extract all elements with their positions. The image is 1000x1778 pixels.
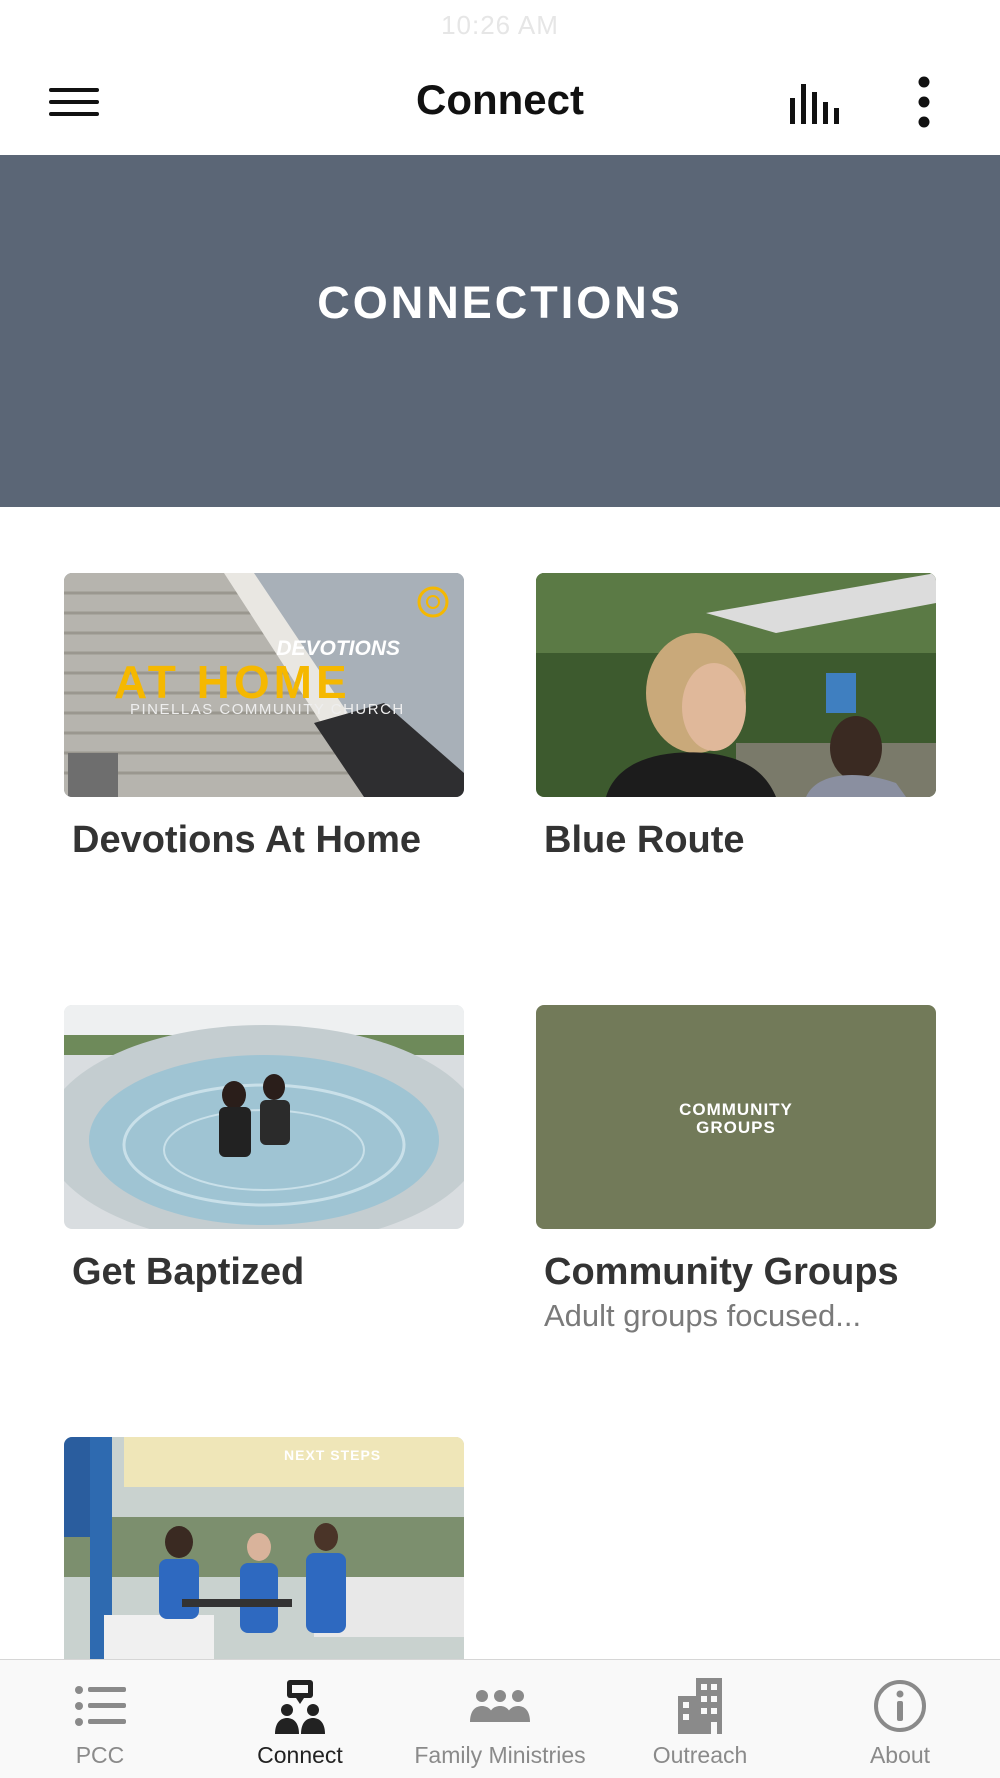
tab-family-ministries[interactable]: Family Ministries <box>400 1660 600 1778</box>
card-image: DEVOTIONS AT HOME PINELLAS COMMUNITY CHU… <box>64 573 464 797</box>
tab-label: PCC <box>75 1742 125 1768</box>
card-community-groups[interactable]: COMMUNITY GROUPS Community Groups Adult … <box>536 1005 936 1334</box>
tab-label: Family Ministries <box>414 1742 586 1768</box>
bottom-tab-bar: PCC Connect Family Ministries Outreach A… <box>0 1659 1000 1778</box>
card-image: NEXT STEPS <box>64 1437 464 1659</box>
tab-outreach[interactable]: Outreach <box>600 1660 800 1778</box>
card-title: Community Groups <box>544 1251 899 1293</box>
status-time: 10:26 AM <box>441 10 559 40</box>
more-vertical-icon[interactable] <box>906 74 942 130</box>
card-blue-route[interactable]: Blue Route <box>536 573 936 862</box>
tab-label: Outreach <box>652 1742 748 1768</box>
groups-image-label: GROUPS <box>696 1118 776 1137</box>
card-subtitle: Adult groups focused... <box>544 1298 862 1333</box>
page-title: Connect <box>416 76 584 123</box>
card-devotions-at-home[interactable]: DEVOTIONS AT HOME PINELLAS COMMUNITY CHU… <box>64 573 464 862</box>
audio-bars-icon[interactable] <box>786 78 846 126</box>
card-title: Blue Route <box>544 819 745 861</box>
card-title: Get Baptized <box>72 1251 305 1293</box>
building-icon <box>678 1678 722 1734</box>
tab-connect[interactable]: Connect <box>200 1660 400 1778</box>
card-title: Devotions At Home <box>72 819 422 861</box>
hero-title: CONNECTIONS <box>317 277 683 328</box>
card-next-steps[interactable]: NEXT STEPS <box>64 1437 464 1659</box>
church-image-label: PINELLAS COMMUNITY CHURCH <box>130 701 405 718</box>
tab-about[interactable]: About <box>800 1660 1000 1778</box>
community-image-label: COMMUNITY <box>679 1100 793 1119</box>
card-image: COMMUNITY GROUPS <box>536 1005 936 1229</box>
family-group-icon <box>470 1690 530 1722</box>
hamburger-menu-icon[interactable] <box>46 80 102 124</box>
info-icon <box>874 1680 926 1732</box>
connect-people-icon <box>275 1680 325 1734</box>
card-image <box>536 573 936 797</box>
nav-bar: Connect <box>0 50 1000 154</box>
card-get-baptized[interactable]: Get Baptized <box>64 1005 464 1294</box>
tab-label: About <box>869 1742 931 1768</box>
tab-pcc[interactable]: PCC <box>0 1660 200 1778</box>
list-icon <box>75 1686 126 1726</box>
tab-label: Connect <box>257 1742 343 1768</box>
hero-banner: CONNECTIONS <box>0 155 1000 507</box>
status-bar: 10:26 AM <box>0 0 1000 50</box>
next-steps-image-label: NEXT STEPS <box>284 1447 382 1463</box>
card-image <box>64 1005 464 1229</box>
